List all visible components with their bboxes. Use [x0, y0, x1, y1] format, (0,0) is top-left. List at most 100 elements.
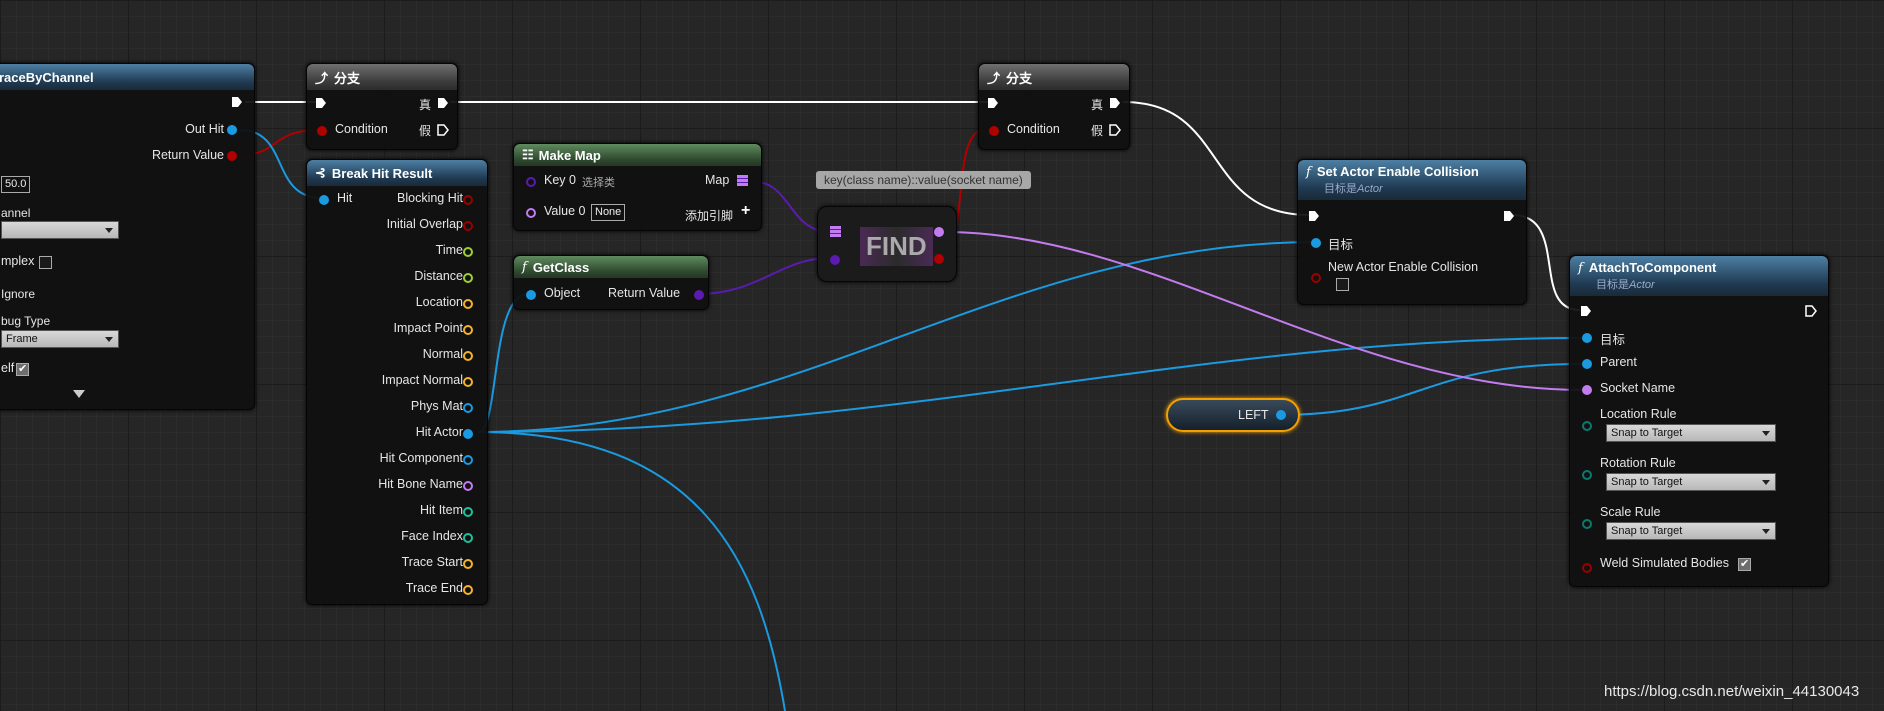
- break-output-pin[interactable]: [463, 585, 473, 595]
- find-map-pin[interactable]: [830, 226, 841, 237]
- break-output-pin[interactable]: [463, 273, 473, 283]
- attach-parent-pin[interactable]: [1582, 359, 1592, 369]
- set-collision-exec-in-pin[interactable]: [1308, 210, 1320, 222]
- location-rule-dropdown[interactable]: Snap to Target: [1606, 424, 1776, 442]
- left-variable-pin[interactable]: [1276, 410, 1286, 420]
- break-output-pin[interactable]: [463, 403, 473, 413]
- break-output-label: Initial Overlap: [386, 217, 463, 231]
- set-collision-exec-out-pin[interactable]: [1503, 210, 1515, 222]
- location-rule-pin[interactable]: [1582, 421, 1592, 431]
- value0-label: Value 0: [544, 204, 586, 218]
- branch2-exec-in-pin[interactable]: [987, 97, 999, 109]
- branch2-header: ⤴ 分支: [979, 64, 1129, 90]
- self-checkbox[interactable]: [16, 362, 29, 376]
- object-input-pin[interactable]: [526, 290, 536, 300]
- add-pin-label[interactable]: 添加引脚: [685, 207, 733, 224]
- break-output-pin[interactable]: [463, 559, 473, 569]
- break-output-pin[interactable]: [463, 507, 473, 517]
- branch1-true-pin[interactable]: [437, 97, 449, 109]
- set-collision-target-pin[interactable]: [1311, 238, 1321, 248]
- debug-type-dropdown[interactable]: Frame: [1, 330, 119, 348]
- channel-dropdown[interactable]: [1, 221, 119, 239]
- attach-subtitle-prefix: 目标是: [1596, 279, 1629, 291]
- break-struct-icon: ⊰: [315, 165, 326, 180]
- get-class-title: GetClass: [532, 259, 590, 275]
- exec-out-pin[interactable]: [231, 96, 243, 108]
- weld-checkbox[interactable]: [1738, 557, 1751, 571]
- break-output-pin[interactable]: [463, 325, 473, 335]
- new-enable-pin[interactable]: [1311, 273, 1321, 283]
- branch2-condition-pin[interactable]: [989, 126, 999, 136]
- key0-label: Key 0: [544, 173, 576, 187]
- add-pin-icon[interactable]: +: [741, 202, 750, 220]
- branch2-true-pin[interactable]: [1109, 97, 1121, 109]
- break-output-pin[interactable]: [463, 351, 473, 361]
- branch-icon: ⤴: [315, 70, 329, 86]
- branch-node-2[interactable]: ⤴ 分支 真 Condition 假: [978, 63, 1130, 150]
- attach-exec-out-pin[interactable]: [1805, 305, 1817, 317]
- break-output-pin[interactable]: [463, 377, 473, 387]
- get-class-node[interactable]: f GetClass Object Return Value: [513, 255, 709, 310]
- break-output-label: Distance: [414, 269, 463, 283]
- branch1-false-pin[interactable]: [437, 124, 449, 136]
- set-actor-enable-collision-node[interactable]: f Set Actor Enable Collision 目标是Actor 目标 …: [1297, 159, 1527, 305]
- map-output-pin[interactable]: [737, 175, 748, 186]
- find-node[interactable]: FIND: [817, 206, 957, 282]
- rotation-rule-dropdown[interactable]: Snap to Target: [1606, 473, 1776, 491]
- break-output-pin[interactable]: [463, 429, 473, 439]
- left-variable-node[interactable]: LEFT: [1166, 398, 1300, 432]
- break-output-pin[interactable]: [463, 299, 473, 309]
- attach-to-component-node[interactable]: f AttachToComponent 目标是Actor 目标 Parent So…: [1569, 255, 1829, 587]
- break-output-label: Hit Bone Name: [378, 477, 463, 491]
- break-output-pin[interactable]: [463, 481, 473, 491]
- rotation-rule-pin[interactable]: [1582, 470, 1592, 480]
- attach-socket-pin[interactable]: [1582, 385, 1592, 395]
- attach-exec-in-pin[interactable]: [1580, 305, 1592, 317]
- break-output-label: Blocking Hit: [397, 191, 463, 205]
- attach-target-pin[interactable]: [1582, 333, 1592, 343]
- break-output-pin[interactable]: [463, 221, 473, 231]
- branch1-false-label: 假: [418, 124, 431, 138]
- value0-pin[interactable]: [526, 208, 536, 218]
- draw-time-value[interactable]: 50.0: [1, 176, 31, 193]
- complex-checkbox[interactable]: [39, 256, 52, 269]
- branch-node-1[interactable]: ⤴ 分支 真 Condition 假: [306, 63, 458, 150]
- line-trace-node[interactable]: raceByChannel Out Hit Return Value 50.0 …: [0, 63, 255, 410]
- expand-arrow-icon[interactable]: [73, 390, 85, 398]
- make-map-node[interactable]: ☷ Make Map Key 0 选择类 Map Value 0 None 添加引…: [513, 143, 762, 231]
- get-class-header: f GetClass: [514, 256, 708, 278]
- scale-rule-dropdown[interactable]: Snap to Target: [1606, 522, 1776, 540]
- break-output-pin[interactable]: [463, 247, 473, 257]
- break-hit-result-node[interactable]: ⊰ Break Hit Result Hit Blocking Hit Initia…: [306, 159, 488, 605]
- new-enable-checkbox[interactable]: [1336, 278, 1349, 291]
- out-hit-label: Out Hit: [185, 122, 224, 136]
- return-value-pin[interactable]: [227, 151, 237, 161]
- key0-select[interactable]: 选择类: [582, 174, 615, 190]
- break-output-pin[interactable]: [463, 533, 473, 543]
- branch1-condition-pin[interactable]: [317, 126, 327, 136]
- value0-field[interactable]: None: [591, 204, 626, 221]
- attach-title: AttachToComponent: [1588, 260, 1717, 275]
- hit-input-pin[interactable]: [319, 195, 329, 205]
- branch2-false-pin[interactable]: [1109, 124, 1121, 136]
- object-label: Object: [544, 286, 581, 300]
- out-hit-pin[interactable]: [227, 125, 237, 135]
- line-trace-header: raceByChannel: [0, 64, 254, 90]
- break-output-pin[interactable]: [463, 195, 473, 205]
- function-icon: f: [1578, 261, 1583, 276]
- scale-rule-pin[interactable]: [1582, 519, 1592, 529]
- find-key-pin[interactable]: [830, 255, 840, 265]
- key0-pin[interactable]: [526, 177, 536, 187]
- branch1-title: 分支: [334, 70, 361, 86]
- find-bool-pin[interactable]: [934, 254, 944, 264]
- left-variable-label: LEFT: [1238, 408, 1269, 422]
- find-value-pin[interactable]: [934, 227, 944, 237]
- object-wire-left-parent: [1277, 363, 1583, 416]
- break-output-label: Trace End: [405, 581, 463, 595]
- weld-pin[interactable]: [1582, 563, 1592, 573]
- branch1-true-label: 真: [418, 98, 431, 112]
- getclass-return-pin[interactable]: [694, 290, 704, 300]
- branch1-exec-in-pin[interactable]: [315, 97, 327, 109]
- break-output-pin[interactable]: [463, 455, 473, 465]
- hit-input-label: Hit: [337, 191, 353, 205]
